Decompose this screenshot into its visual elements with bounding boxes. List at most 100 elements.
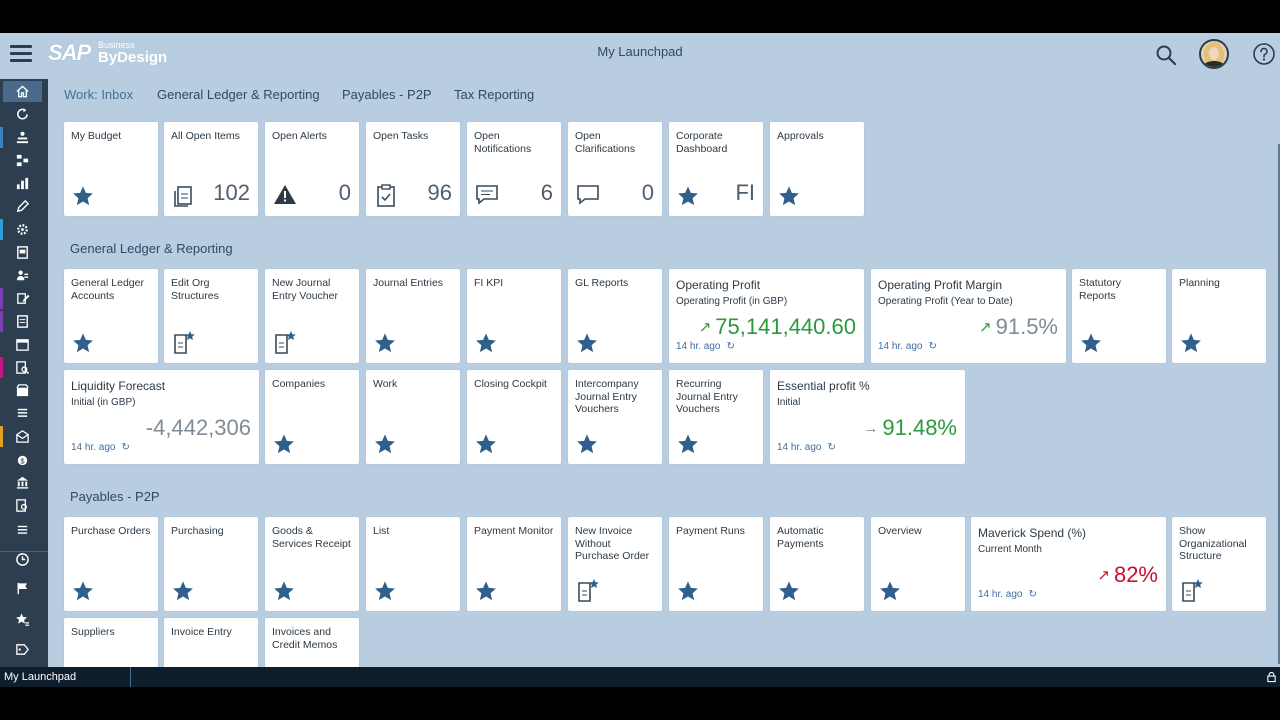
tile-recurring-journal[interactable]: Recurring Journal Entry Vouchers	[669, 370, 763, 464]
tab-general-ledger[interactable]: General Ledger & Reporting	[157, 87, 320, 102]
sidebar-flag-icon[interactable]	[3, 578, 42, 599]
tab-payables[interactable]: Payables - P2P	[342, 87, 432, 102]
tile-statutory-reports[interactable]: Statutory Reports	[1072, 269, 1166, 363]
alert-icon	[274, 185, 296, 204]
sidebar-report-icon[interactable]	[3, 242, 42, 263]
tile-payment-runs[interactable]: Payment Runs	[669, 517, 763, 611]
tile-payment-monitor[interactable]: Payment Monitor	[467, 517, 561, 611]
tile-title: Planning	[1179, 277, 1220, 289]
tile-overview[interactable]: Overview	[871, 517, 965, 611]
sap-logo[interactable]: SAP Business ByDesign	[48, 40, 167, 66]
sidebar-recent-icon[interactable]	[3, 549, 42, 570]
tile-count: 0	[338, 180, 351, 205]
tab-work-inbox[interactable]: Work: Inbox	[64, 87, 133, 102]
tile-my-budget[interactable]: My Budget	[64, 122, 158, 216]
star-icon	[375, 333, 395, 353]
tab-tax-reporting[interactable]: Tax Reporting	[454, 87, 534, 102]
tile-purchase-orders[interactable]: Purchase Orders	[64, 517, 158, 611]
taskbar-tab-my-launchpad[interactable]: My Launchpad	[4, 671, 76, 683]
tile-intercompany-journal[interactable]: Intercompany Journal Entry Vouchers	[568, 370, 662, 464]
tile-approvals[interactable]: Approvals	[770, 122, 864, 216]
sidebar-doc-search-icon[interactable]	[3, 357, 42, 378]
tile-gl-reports[interactable]: GL Reports	[568, 269, 662, 363]
tile-title: Work	[373, 378, 398, 390]
tile-title: Open Clarifications	[575, 130, 636, 155]
tile-operating-profit-margin[interactable]: Operating Profit Margin Operating Profit…	[871, 269, 1066, 363]
tile-title: Operating Profit	[676, 278, 761, 292]
sidebar-edit-icon[interactable]	[3, 196, 42, 217]
tile-companies[interactable]: Companies	[265, 370, 359, 464]
tile-planning[interactable]: Planning	[1172, 269, 1266, 363]
tile-maverick-spend[interactable]: Maverick Spend (%) Current Month ↗ 82% 14…	[971, 517, 1166, 611]
tile-new-journal-entry-voucher[interactable]: New Journal Entry Voucher	[265, 269, 359, 363]
tile-goods-services-receipt[interactable]: Goods & Services Receipt	[265, 517, 359, 611]
sidebar-document-edit-icon[interactable]	[3, 288, 42, 309]
tile-title: Show Organizational Structure	[1179, 525, 1247, 562]
tile-open-alerts[interactable]: Open Alerts 0	[265, 122, 359, 216]
tile-open-tasks[interactable]: Open Tasks 96	[366, 122, 460, 216]
tile-purchasing[interactable]: Purchasing	[164, 517, 258, 611]
tile-all-open-items[interactable]: All Open Items 102	[164, 122, 258, 216]
tile-automatic-payments[interactable]: Automatic Payments	[770, 517, 864, 611]
refresh-icon[interactable]: ↻	[726, 341, 734, 352]
tile-show-org-structure[interactable]: Show Organizational Structure	[1172, 517, 1266, 611]
sidebar-search-doc-icon[interactable]	[3, 495, 42, 516]
sidebar-refresh-icon[interactable]	[3, 104, 42, 125]
sidebar-mail-icon[interactable]	[3, 426, 42, 447]
tile-subtitle: Current Month	[978, 544, 1042, 555]
tile-work[interactable]: Work	[366, 370, 460, 464]
tile-edit-org-structures[interactable]: Edit Org Structures	[164, 269, 258, 363]
tile-title: Open Tasks	[373, 130, 429, 142]
document-star-icon	[275, 331, 296, 354]
tile-title: Purchase Orders	[71, 525, 151, 537]
tile-general-ledger-accounts[interactable]: General Ledger Accounts	[64, 269, 158, 363]
star-icon	[375, 581, 395, 601]
sidebar-tag-icon[interactable]	[3, 639, 42, 660]
tile-new-invoice[interactable]: New Invoice Without Purchase Order	[568, 517, 662, 611]
tile-title: Intercompany Journal Entry Vouchers	[575, 378, 639, 415]
tile-list[interactable]: List	[366, 517, 460, 611]
tile-fi-kpi[interactable]: FI KPI	[467, 269, 561, 363]
sidebar-box-icon[interactable]	[3, 380, 42, 401]
taskbar-divider	[130, 667, 131, 687]
sidebar-calendar-icon[interactable]	[3, 334, 42, 355]
refresh-icon[interactable]: ↻	[928, 341, 936, 352]
tile-essential-profit[interactable]: Essential profit % Initial → 91.48% 14 hr…	[770, 370, 965, 464]
refresh-icon[interactable]: ↻	[121, 442, 129, 453]
help-icon[interactable]	[1252, 42, 1276, 66]
sidebar-building-icon[interactable]	[3, 311, 42, 332]
star-icon	[73, 581, 93, 601]
search-icon[interactable]	[1154, 43, 1178, 67]
tile-title: Payment Runs	[676, 525, 745, 537]
sidebar-home-icon[interactable]	[3, 81, 42, 102]
sidebar-people-icon[interactable]	[3, 265, 42, 286]
clipboard-check-icon	[377, 184, 395, 207]
tile-journal-entries[interactable]: Journal Entries	[366, 269, 460, 363]
sidebar-bank-icon[interactable]	[3, 472, 42, 493]
sidebar-money-icon[interactable]: $	[3, 449, 42, 470]
sidebar-hierarchy-icon[interactable]	[3, 150, 42, 171]
sidebar-analytics-icon[interactable]	[3, 173, 42, 194]
tile-title: Closing Cockpit	[474, 378, 547, 390]
logo-sap-text: SAP	[48, 40, 91, 65]
tile-open-clarifications[interactable]: Open Clarifications 0	[568, 122, 662, 216]
tile-operating-profit[interactable]: Operating Profit Operating Profit (in GB…	[669, 269, 864, 363]
refresh-icon[interactable]: ↻	[827, 442, 835, 453]
sidebar-tasks-icon[interactable]	[3, 520, 42, 541]
star-icon	[577, 434, 597, 454]
tile-subtitle: Initial	[777, 397, 801, 408]
tile-open-notifications[interactable]: Open Notifications 6	[467, 122, 561, 216]
sidebar-favorites-icon[interactable]	[3, 609, 42, 630]
lock-icon[interactable]	[1266, 671, 1277, 683]
avatar[interactable]	[1199, 39, 1229, 69]
star-icon	[1181, 333, 1201, 353]
sidebar-org-icon[interactable]	[3, 127, 42, 148]
tile-corporate-dashboard[interactable]: Corporate Dashboard FI	[669, 122, 763, 216]
tile-liquidity-forecast[interactable]: Liquidity Forecast Initial (in GBP) -4,4…	[64, 370, 259, 464]
sidebar-list-icon[interactable]	[3, 403, 42, 424]
tile-count: FI	[735, 180, 755, 205]
tile-closing-cockpit[interactable]: Closing Cockpit	[467, 370, 561, 464]
sidebar-settings-icon[interactable]	[3, 219, 42, 240]
refresh-icon[interactable]: ↻	[1028, 589, 1036, 600]
menu-icon[interactable]	[10, 45, 32, 63]
